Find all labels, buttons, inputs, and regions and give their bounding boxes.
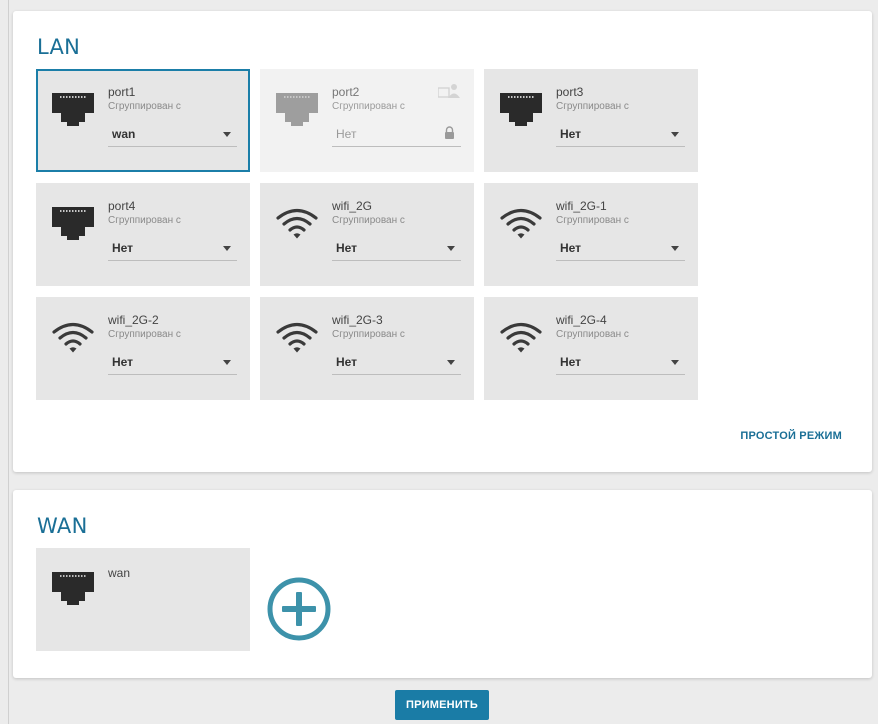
- ethernet-port-icon: [276, 93, 318, 126]
- port-name: wifi_2G-2: [108, 313, 159, 327]
- lan-section: LAN port1 Сгруппирован с wan port2 Сгруппир…: [13, 11, 872, 472]
- lan-port-tile[interactable]: wifi_2G-1 Сгруппирован с Нет: [484, 183, 698, 286]
- group-select[interactable]: Нет: [108, 233, 237, 261]
- group-select[interactable]: Нет: [556, 119, 685, 147]
- wan-section: WAN wan: [13, 490, 872, 678]
- group-select[interactable]: Нет: [108, 347, 237, 375]
- chevron-down-icon: [447, 246, 455, 251]
- chevron-down-icon: [447, 360, 455, 365]
- wifi-icon: [52, 322, 94, 353]
- group-select[interactable]: Нет: [556, 233, 685, 261]
- group-select[interactable]: Нет: [556, 347, 685, 375]
- group-select: Нет: [332, 119, 461, 147]
- grouped-label: Сгруппирован с: [556, 215, 629, 226]
- port-name: port2: [332, 85, 360, 99]
- group-select[interactable]: Нет: [332, 347, 461, 375]
- lan-port-tile[interactable]: port3 Сгруппирован с Нет: [484, 69, 698, 172]
- port-name: port1: [108, 85, 136, 99]
- group-select-value: Нет: [560, 127, 582, 141]
- group-icon: [438, 84, 460, 98]
- group-select-value: Нет: [560, 355, 582, 369]
- lan-port-tile[interactable]: port4 Сгруппирован с Нет: [36, 183, 250, 286]
- grouped-label: Сгруппирован с: [332, 101, 405, 112]
- frame-border: [8, 0, 9, 724]
- lan-port-tile[interactable]: wifi_2G-3 Сгруппирован с Нет: [260, 297, 474, 400]
- wan-port-name: wan: [108, 566, 131, 580]
- lan-port-tile[interactable]: wifi_2G Сгруппирован с Нет: [260, 183, 474, 286]
- chevron-down-icon: [671, 246, 679, 251]
- lan-port-tile[interactable]: port2 Сгруппирован с Нет: [260, 69, 474, 172]
- wifi-icon: [276, 208, 318, 239]
- plus-circle-icon[interactable]: [266, 576, 332, 642]
- lan-port-tile[interactable]: wifi_2G-2 Сгруппирован с Нет: [36, 297, 250, 400]
- group-select[interactable]: Нет: [332, 233, 461, 261]
- port-name: wifi_2G-1: [556, 199, 607, 213]
- ethernet-port-icon: [52, 207, 94, 240]
- lan-title: LAN: [37, 35, 81, 59]
- group-select-value: Нет: [560, 241, 582, 255]
- wifi-icon: [500, 208, 542, 239]
- grouped-label: Сгруппирован с: [108, 101, 181, 112]
- simple-mode-link[interactable]: ПРОСТОЙ РЕЖИМ: [740, 430, 842, 442]
- chevron-down-icon: [223, 246, 231, 251]
- chevron-down-icon: [223, 132, 231, 137]
- wifi-icon: [276, 322, 318, 353]
- chevron-down-icon: [671, 360, 679, 365]
- group-select-value: Нет: [336, 241, 358, 255]
- group-select[interactable]: wan: [108, 119, 237, 147]
- port-name: wifi_2G: [332, 199, 373, 213]
- port-name: wifi_2G-4: [556, 313, 607, 327]
- grouped-label: Сгруппирован с: [332, 329, 405, 340]
- ethernet-port-icon: [500, 93, 542, 126]
- grouped-label: Сгруппирован с: [556, 329, 629, 340]
- grouped-label: Сгруппирован с: [332, 215, 405, 226]
- lan-port-tile[interactable]: wifi_2G-4 Сгруппирован с Нет: [484, 297, 698, 400]
- chevron-down-icon: [671, 132, 679, 137]
- wifi-icon: [500, 322, 542, 353]
- group-select-value: Нет: [336, 127, 357, 141]
- group-select-value: Нет: [112, 355, 134, 369]
- group-select-value: Нет: [336, 355, 358, 369]
- group-select-value: Нет: [112, 241, 134, 255]
- ethernet-port-icon: [52, 572, 94, 605]
- wan-title: WAN: [37, 514, 88, 538]
- port-name: wifi_2G-3: [332, 313, 383, 327]
- grouped-label: Сгруппирован с: [556, 101, 629, 112]
- group-select-value: wan: [112, 127, 136, 141]
- grouped-label: Сгруппирован с: [108, 215, 181, 226]
- port-name: port4: [108, 199, 136, 213]
- chevron-down-icon: [223, 360, 231, 365]
- apply-button[interactable]: ПРИМЕНИТЬ: [395, 690, 489, 720]
- lan-port-tile[interactable]: port1 Сгруппирован с wan: [36, 69, 250, 172]
- grouped-label: Сгруппирован с: [108, 329, 181, 340]
- port-name: port3: [556, 85, 584, 99]
- wan-port-tile[interactable]: wan: [36, 548, 250, 651]
- ethernet-port-icon: [52, 93, 94, 126]
- lan-port-grid: port1 Сгруппирован с wan port2 Сгруппирован…: [36, 69, 698, 400]
- lock-icon: [445, 126, 454, 139]
